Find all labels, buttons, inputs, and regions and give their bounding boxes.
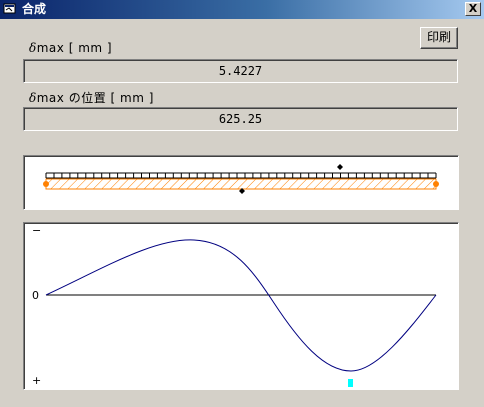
beam-body	[45, 178, 437, 190]
right-support-icon	[433, 181, 439, 187]
dmax-position-label-text: max の位置 [ mm ]	[36, 91, 154, 105]
dmax-position-value-field: 625.25	[23, 107, 458, 131]
left-support-icon	[43, 181, 49, 187]
dmax-label-text: max [ mm ]	[36, 41, 113, 55]
max-deflection-marker-icon	[348, 379, 353, 387]
beam-diagram	[43, 164, 439, 194]
delta-symbol: δ	[29, 41, 37, 55]
close-button[interactable]: X	[465, 2, 481, 16]
delta-symbol: δ	[29, 91, 37, 105]
dmax-label: δmax [ mm ]	[29, 41, 112, 55]
dmax-value-field: 5.4227	[23, 59, 458, 83]
window-title: 合成	[22, 2, 47, 16]
load-marker-top-icon	[337, 164, 343, 170]
beam-diagram-panel	[23, 155, 459, 210]
title-bar: 合成 X	[0, 0, 484, 19]
print-button[interactable]: 印刷	[420, 27, 458, 49]
deflection-curve	[45, 239, 437, 372]
deflection-graph-panel: − 0 +	[23, 222, 459, 390]
deflection-graph	[45, 239, 437, 387]
app-icon	[3, 3, 16, 14]
dmax-position-label: δmax の位置 [ mm ]	[29, 89, 154, 106]
beam-segment-ticks	[45, 172, 437, 179]
